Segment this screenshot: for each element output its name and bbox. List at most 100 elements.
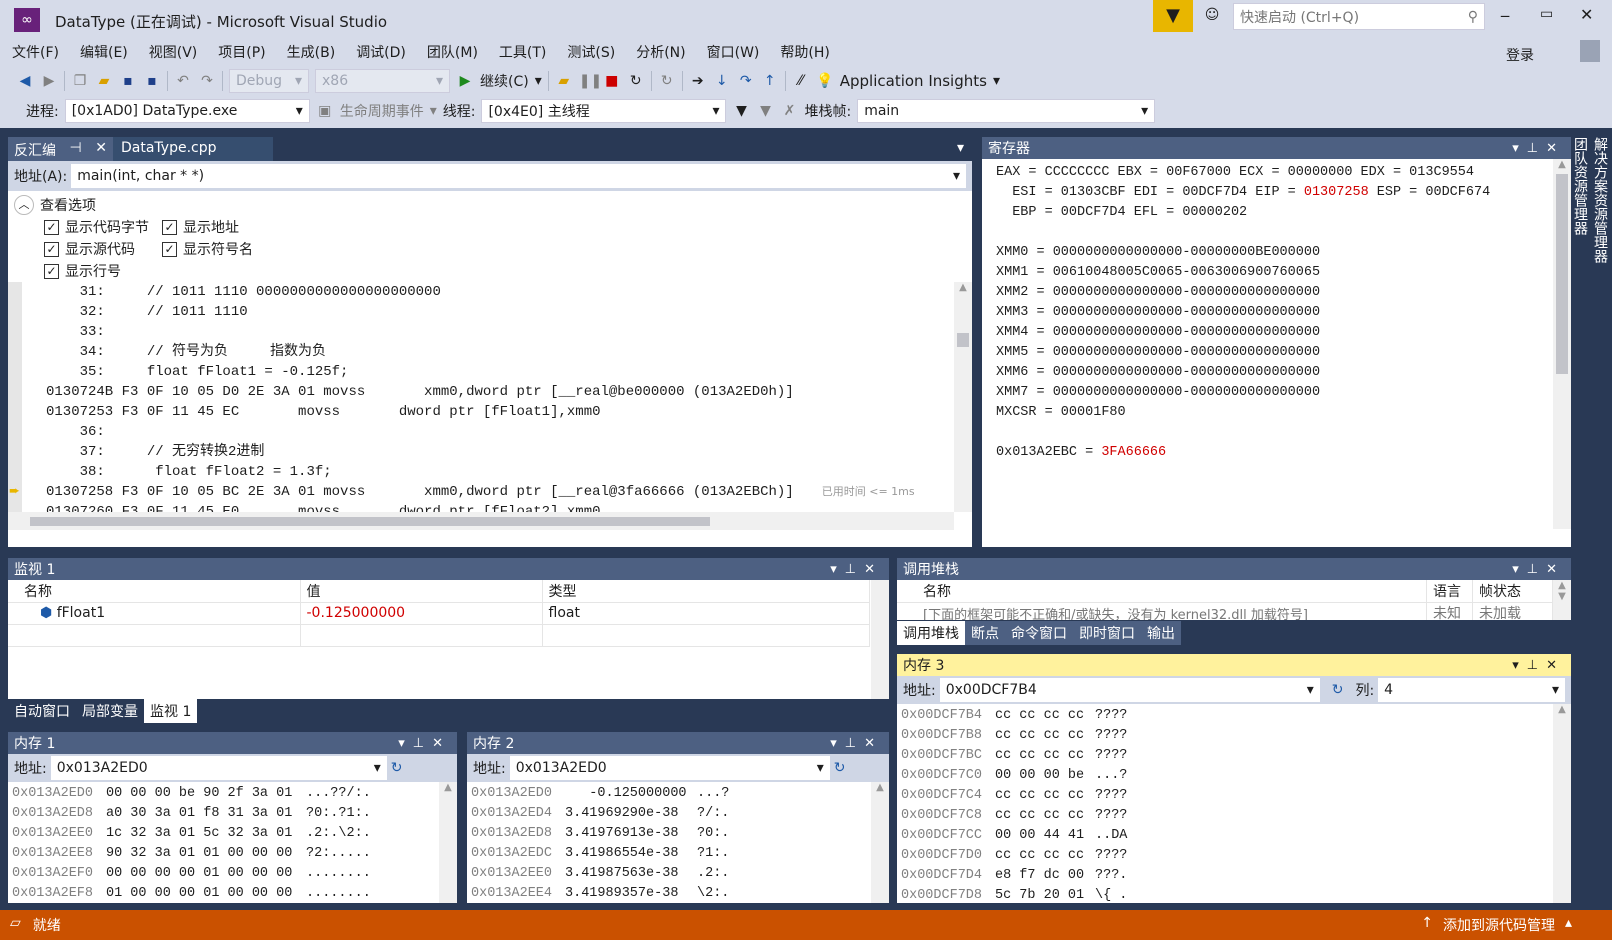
step-over-icon[interactable]: ↷ <box>737 73 755 89</box>
save-icon[interactable]: ▪ <box>119 73 137 89</box>
memory-values[interactable]: cc cc cc cc <box>995 746 1095 766</box>
close-tab-icon[interactable]: ✕ <box>95 140 107 158</box>
columns-select[interactable]: 4 ▾ <box>1378 678 1565 702</box>
show-next-statement-icon[interactable]: ➔ <box>689 73 707 89</box>
memory1-scrollbar[interactable]: ▲ <box>439 782 457 903</box>
memory-values[interactable]: 3.41987563e-38 <box>565 864 697 884</box>
menu-item[interactable]: 编辑(E) <box>80 45 128 61</box>
tab-callstack[interactable]: 输出 <box>1141 621 1181 645</box>
memory-values[interactable]: -0.125000000 <box>565 784 697 804</box>
menu-item[interactable]: 帮助(H) <box>780 45 829 61</box>
tab-callstack[interactable]: 断点 <box>965 621 1005 645</box>
code-line[interactable]: 32: // 1011 1110 <box>46 302 954 322</box>
code-line[interactable]: 01307253 F3 0F 11 45 EC movss dword ptr … <box>46 402 954 422</box>
code-line[interactable]: 36: <box>46 422 954 442</box>
code-line[interactable]: 33: <box>46 322 954 342</box>
column-language[interactable]: 语言 <box>1426 580 1473 602</box>
checkbox[interactable]: ✓ <box>44 219 59 235</box>
lifecycle-events-button[interactable]: 生命周期事件 <box>340 101 424 121</box>
checkbox[interactable]: ✓ <box>162 219 177 235</box>
tab-watch[interactable]: 自动窗口 <box>8 699 76 723</box>
column-frame-state[interactable]: 帧状态 <box>1472 580 1553 602</box>
menu-item[interactable]: 项目(P) <box>218 45 265 61</box>
option-checkbox[interactable]: ✓ 显示地址 <box>162 217 278 237</box>
option-checkbox[interactable]: ✓ 显示行号 <box>44 261 158 281</box>
menu-item[interactable]: 视图(V) <box>149 45 198 61</box>
account-icon[interactable] <box>1580 40 1600 62</box>
watch-scrollbar[interactable] <box>871 580 889 699</box>
watch-value[interactable]: -0.125000000 <box>300 602 543 624</box>
find-icon[interactable]: ▰ <box>555 73 573 89</box>
code-line[interactable]: 31: // 1011 1110 0000000000000000000000 <box>46 282 954 302</box>
code-line[interactable]: 0130724B F3 0F 10 05 D0 2E 3A 01 movss x… <box>46 382 954 402</box>
config-select[interactable]: Debug ▾ <box>229 69 309 93</box>
memory-values[interactable]: 3.41986554e-38 <box>565 844 697 864</box>
memory-values[interactable]: 00 00 00 00 01 00 00 00 <box>106 864 306 884</box>
watch-empty-row[interactable] <box>8 624 870 646</box>
memory2-address-input[interactable]: 0x013A2ED0 ▾ <box>509 756 830 780</box>
column-value[interactable]: 值 <box>300 580 543 602</box>
memory-values[interactable]: 90 32 3a 01 01 00 00 00 <box>106 844 306 864</box>
disassembly-code[interactable]: 31: // 1011 1110 0000000000000000000000 … <box>8 282 954 520</box>
feedback-icon[interactable]: ☺ <box>1203 7 1221 23</box>
flag-icon[interactable]: ▼ <box>756 103 774 119</box>
memory-values[interactable]: cc cc cc cc <box>995 786 1095 806</box>
code-line[interactable]: 01307258 F3 0F 10 05 BC 2E 3A 01 movss x… <box>46 482 954 502</box>
code-line[interactable]: 38: float fFloat2 = 1.3f; <box>46 462 954 482</box>
memory-values[interactable]: a0 30 3a 01 f8 31 3a 01 <box>106 804 306 824</box>
memory-values[interactable]: 00 00 00 be <box>995 766 1095 786</box>
disasm-horizontal-scrollbar[interactable] <box>8 512 954 530</box>
menu-item[interactable]: 窗口(W) <box>707 45 760 61</box>
window-controls[interactable]: ▾⊥✕ <box>830 736 883 751</box>
reevaluate-icon[interactable]: ↻ <box>1332 682 1344 698</box>
memory1-content[interactable]: 0x013A2ED0 00 00 00 be 90 2f 3a 01 ...??/:… <box>8 782 457 903</box>
forward-icon[interactable]: ▶ <box>40 73 58 89</box>
reevaluate-icon[interactable]: ↻ <box>391 760 403 776</box>
memory3-address-input[interactable]: 0x00DCF7B4 ▾ <box>939 678 1320 702</box>
checkbox[interactable]: ✓ <box>162 241 177 257</box>
filter-threads-icon[interactable]: ▼ <box>732 103 750 119</box>
menu-item[interactable]: 调试(D) <box>356 45 406 61</box>
memory-values[interactable]: 01 00 00 00 01 00 00 00 <box>106 884 306 903</box>
memory-values[interactable]: 5c 7b 20 01 <box>995 886 1095 903</box>
column-name[interactable]: 名称 <box>897 580 1427 602</box>
call-stack-scrollbar[interactable]: ▲ ▼ <box>1553 580 1571 620</box>
memory-values[interactable]: cc cc cc cc <box>995 846 1095 866</box>
tab-callstack[interactable]: 即时窗口 <box>1073 621 1141 645</box>
memory3-content[interactable]: 0x00DCF7B4 cc cc cc cc???? 0x00DCF7B8 cc cc… <box>897 704 1571 903</box>
window-controls[interactable]: ▾⊥✕ <box>1512 141 1565 156</box>
reevaluate-icon[interactable]: ↻ <box>834 760 846 776</box>
memory-values[interactable]: cc cc cc cc <box>995 706 1095 726</box>
memory-values[interactable]: 3.41989357e-38 <box>565 884 697 903</box>
save-all-icon[interactable]: ▪ <box>143 73 161 89</box>
memory-values[interactable]: 00 00 00 be 90 2f 3a 01 <box>106 784 306 804</box>
menu-item[interactable]: 测试(S) <box>567 45 615 61</box>
continue-button[interactable]: 继续(C) <box>480 71 529 91</box>
menu-item[interactable]: 工具(T) <box>499 45 546 61</box>
flag-all-icon[interactable]: ✗ <box>780 103 798 119</box>
filter-icon[interactable]: ▼ <box>1153 0 1193 32</box>
process-select[interactable]: [0x1AD0] DataType.exe ▾ <box>64 99 310 123</box>
menu-item[interactable]: 团队(M) <box>427 45 478 61</box>
column-name[interactable]: 名称 <box>8 580 301 602</box>
open-icon[interactable]: ▰ <box>95 73 113 89</box>
restart-icon[interactable]: ↻ <box>627 73 645 89</box>
disasm-vertical-scrollbar[interactable]: ▲ <box>954 282 972 512</box>
window-controls[interactable]: ▾⊥✕ <box>830 562 883 577</box>
code-line[interactable]: 35: float fFloat1 = -0.125f; <box>46 362 954 382</box>
window-controls[interactable]: ▾⊥✕ <box>398 736 451 751</box>
registers-content[interactable]: EAX = CCCCCCCC EBX = 00F67000 ECX = 0000… <box>982 159 1571 467</box>
pin-icon[interactable]: ⊣ <box>70 140 82 158</box>
step-into-icon[interactable]: ↓ <box>713 73 731 89</box>
refresh-icon[interactable]: ↻ <box>658 73 676 89</box>
option-checkbox[interactable]: ✓ 显示代码字节 <box>44 217 158 237</box>
menu-item[interactable]: 生成(B) <box>287 45 336 61</box>
login-link[interactable]: 登录 <box>1506 45 1534 65</box>
maximize-button[interactable]: ▭ <box>1540 6 1553 22</box>
code-line[interactable]: 37: // 无穷转换2进制 <box>46 442 954 462</box>
new-project-icon[interactable]: ❐ <box>71 73 89 89</box>
app-insights-button[interactable]: Application Insights <box>840 72 987 90</box>
memory1-address-input[interactable]: 0x013A2ED0 ▾ <box>50 756 387 780</box>
watch-row[interactable]: ⬢ fFloat1 -0.125000000 float <box>8 602 870 624</box>
option-checkbox[interactable]: ✓ 显示源代码 <box>44 239 158 259</box>
